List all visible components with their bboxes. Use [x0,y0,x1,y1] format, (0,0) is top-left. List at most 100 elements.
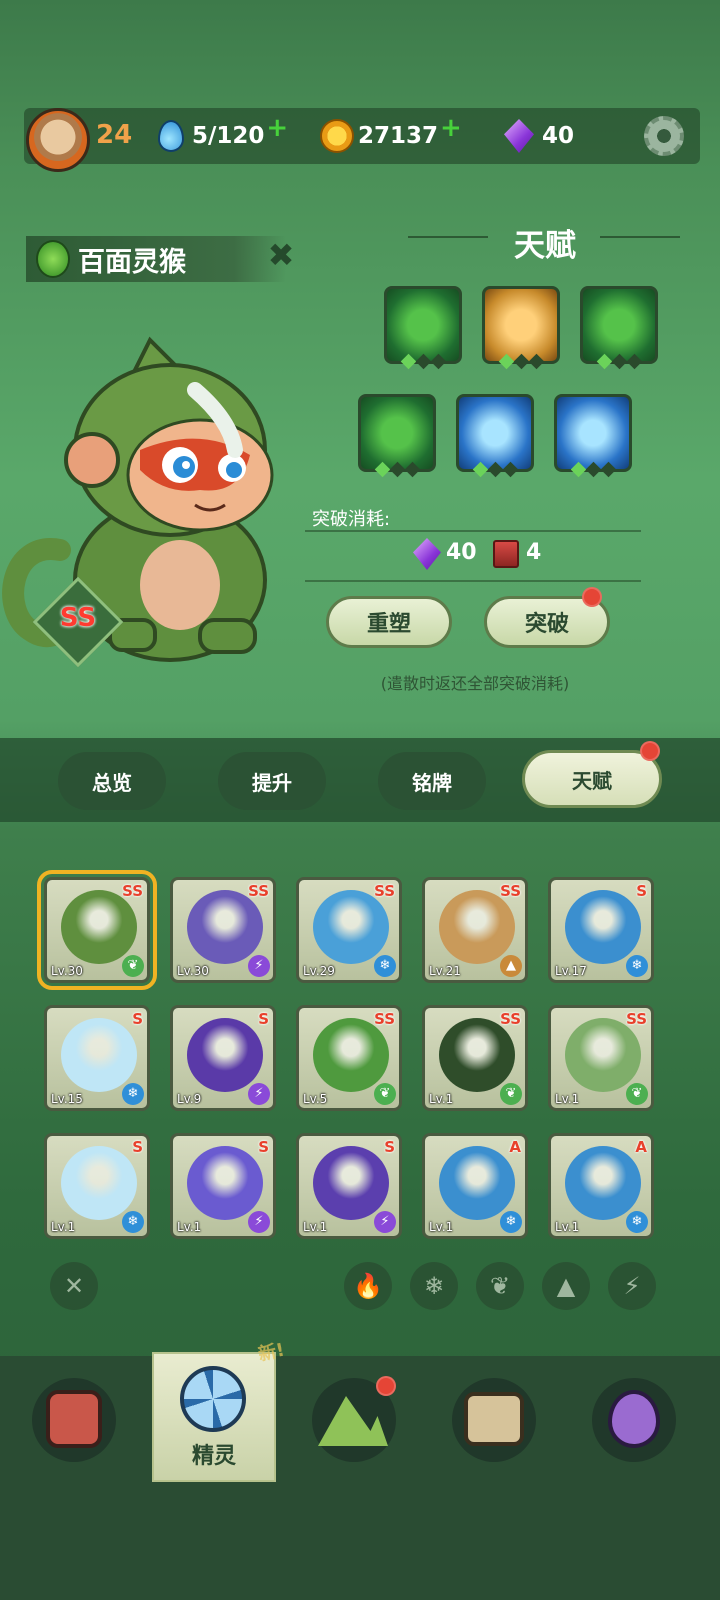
divider [305,530,641,532]
pet-portrait [313,1018,389,1092]
pet-portrait [61,1146,137,1220]
ice-icon[interactable]: ❄ [410,1262,458,1310]
pet-level: Lv.1 [51,1220,76,1234]
pet-card[interactable]: SS Lv.29 ❄ [296,877,402,983]
talent-level-dots [589,353,649,370]
pet-level: Lv.17 [555,964,587,978]
avatar[interactable] [26,108,90,172]
player-level: 24 [96,120,133,150]
electric-icon[interactable]: ⚡ [608,1262,656,1310]
ice-element-icon: ❄ [626,1211,648,1233]
pet-portrait [61,890,137,964]
spirit-icon [180,1366,246,1432]
gear-icon[interactable] [644,116,684,156]
pet-rank: SS [374,882,395,900]
pet-card[interactable]: SS Lv.21 ▲ [422,877,528,983]
pet-level: Lv.1 [555,1092,580,1106]
resource-bar: 24 5/120 + 27137 + 40 [24,108,700,172]
gem-icon [413,538,441,570]
pet-level: Lv.9 [177,1092,202,1106]
clear-filter-icon[interactable]: ✕ [50,1262,98,1310]
notification-dot [582,587,602,607]
pet-level: Lv.30 [177,964,209,978]
breakthrough-cost-label: 突破消耗: [312,509,391,530]
tab-upgrade[interactable]: 提升 [218,752,326,810]
talent-title: 天赋 [514,228,576,264]
pet-rank: S [636,882,647,900]
add-stamina-icon[interactable]: + [266,113,288,143]
pet-card[interactable]: A Lv.1 ❄ [422,1133,528,1239]
chest-icon[interactable] [452,1378,536,1462]
grass-element-icon [36,240,70,278]
coin-counter: 27137 + [320,108,462,164]
pet-card[interactable]: SS Lv.30 ⚡ [170,877,276,983]
grass-element-icon: ❦ [374,1083,396,1105]
pet-card[interactable]: S Lv.17 ❄ [548,877,654,983]
pet-level: Lv.1 [303,1220,328,1234]
ice-element-icon: ❄ [122,1211,144,1233]
grass-element-icon: ❦ [122,955,144,977]
tab-nameplate[interactable]: 铭牌 [378,752,486,810]
pet-level: Lv.5 [303,1092,328,1106]
pet-card[interactable]: S Lv.1 ⚡ [296,1133,402,1239]
ice-element-icon: ❄ [374,955,396,977]
ice-element-icon: ❄ [626,955,648,977]
add-coin-icon[interactable]: + [440,113,462,143]
grass-element-icon: ❦ [500,1083,522,1105]
pet-rank: S [258,1138,269,1156]
pet-level: Lv.1 [429,1092,454,1106]
pet-rank: A [509,1138,521,1156]
pet-rank: SS [626,1010,647,1028]
electric-element-icon: ⚡ [248,1211,270,1233]
gem-icon [504,119,534,153]
talent-level-dots [491,353,551,370]
refund-note: (遣散时返还全部突破消耗) [380,674,570,693]
pet-card[interactable]: S Lv.1 ⚡ [170,1133,276,1239]
ice-element-icon: ❄ [500,1211,522,1233]
rock-icon[interactable]: ▲ [542,1262,590,1310]
pet-level: Lv.1 [429,1220,454,1234]
fire-icon[interactable]: 🔥 [344,1262,392,1310]
pet-name: 百面灵猴 [78,247,186,278]
pet-portrait [313,890,389,964]
pet-portrait [313,1146,389,1220]
tab-talent[interactable]: 天赋 [522,750,662,808]
pet-card[interactable]: SS Lv.5 ❦ [296,1005,402,1111]
pet-level: Lv.30 [51,964,83,978]
pet-portrait [187,890,263,964]
pet-card[interactable]: SS Lv.1 ❦ [422,1005,528,1111]
pet-card[interactable]: S Lv.1 ❄ [44,1133,150,1239]
reshape-button[interactable]: 重塑 [326,596,452,648]
pet-portrait [187,1018,263,1092]
gem-counter: 40 [504,108,574,164]
pet-card[interactable]: S Lv.9 ⚡ [170,1005,276,1111]
gem-value: 40 [542,123,575,149]
divider [305,580,641,582]
water-drop-icon [158,120,184,152]
notification-dot [376,1376,396,1396]
pet-rank: A [635,1138,647,1156]
pet-rank: SS [500,882,521,900]
pet-rank: S [384,1138,395,1156]
backpack-icon[interactable] [32,1378,116,1462]
pet-level: Lv.15 [51,1092,83,1106]
stamina-counter: 5/120 + [158,108,288,164]
pet-level: Lv.29 [303,964,335,978]
electric-element-icon: ⚡ [374,1211,396,1233]
map-pin-icon[interactable] [592,1378,676,1462]
pet-card[interactable]: S Lv.15 ❄ [44,1005,150,1111]
coin-value: 27137 [358,123,439,149]
stamina-value: 5/120 [192,123,265,149]
pet-rank: SS [500,1010,521,1028]
grass-icon[interactable]: ❦ [476,1262,524,1310]
pet-portrait [439,1146,515,1220]
pet-card[interactable]: SS Lv.1 ❦ [548,1005,654,1111]
tab-overview[interactable]: 总览 [58,752,166,810]
close-icon[interactable]: ✖ [266,239,296,271]
cost-book-value: 4 [526,540,542,565]
rank-label: SS [59,603,97,633]
pet-card[interactable]: A Lv.1 ❄ [548,1133,654,1239]
pet-rank: S [132,1010,143,1028]
pet-card[interactable]: SS Lv.30 ❦ [37,870,157,990]
pet-rank: S [132,1138,143,1156]
